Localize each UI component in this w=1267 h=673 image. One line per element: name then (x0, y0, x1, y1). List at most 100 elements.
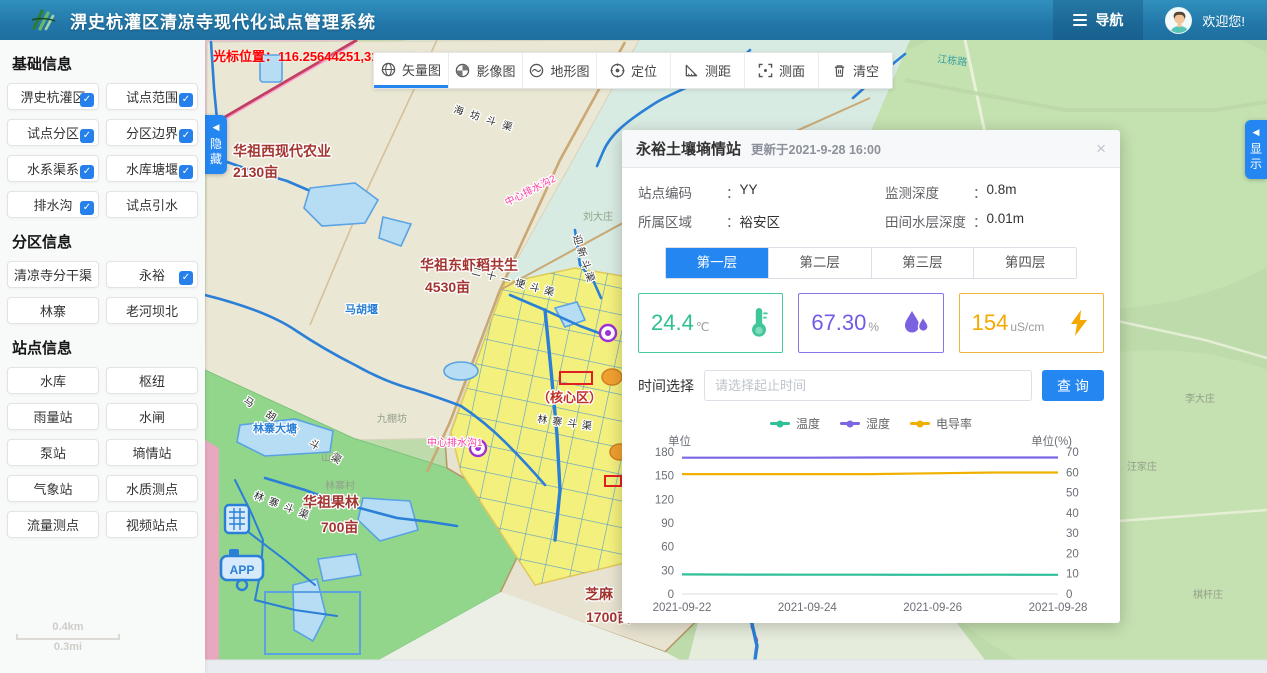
svg-text:10: 10 (1066, 569, 1079, 581)
checkbox-checked-icon[interactable]: ✓ (80, 165, 94, 179)
svg-text:华祖果林: 华祖果林 (303, 494, 359, 510)
trend-chart: 0306090120150180010203040506070单位单位(%)20… (622, 432, 1120, 625)
chart-legend: 温度 湿度 电导率 (622, 415, 1120, 432)
layer-toggle-canal-system[interactable]: 水系渠系✓ (7, 155, 99, 182)
time-range-input[interactable] (704, 370, 1032, 401)
legend-humidity[interactable]: 湿度 (840, 415, 890, 432)
layer-toggle-pishihang[interactable]: 淠史杭灌区✓ (7, 83, 99, 110)
welcome-text: 欢迎您! (1202, 11, 1245, 30)
tab-layer-2[interactable]: 第二层 (768, 248, 871, 278)
svg-text:2021-09-28: 2021-09-28 (1029, 602, 1088, 614)
checkbox-checked-icon[interactable]: ✓ (179, 271, 193, 285)
section-title-zones: 分区信息 (12, 231, 205, 252)
svg-text:汪家庄: 汪家庄 (1127, 460, 1157, 473)
top-header: 淠史杭灌区清凉寺现代化试点管理系统 导航 欢迎您! (0, 0, 1267, 40)
checkbox-checked-icon[interactable]: ✓ (179, 93, 193, 107)
svg-text:50: 50 (1066, 488, 1079, 500)
metric-cards: 24.4 ℃ 67.30 % 154 uS/cm (622, 279, 1120, 353)
svg-text:180: 180 (655, 447, 674, 459)
panel-expand-tab[interactable]: ◀ 显示 (1245, 120, 1267, 179)
svg-text:0: 0 (1066, 589, 1072, 601)
tab-layer-1[interactable]: 第一层 (666, 248, 768, 278)
tab-layer-4[interactable]: 第四层 (973, 248, 1076, 278)
vector-globe-icon (381, 62, 396, 77)
avatar[interactable] (1165, 7, 1192, 34)
tool-measure-distance[interactable]: 测距 (670, 53, 744, 88)
zone-laohebabei[interactable]: 老河坝北 (106, 297, 198, 324)
navigation-label: 导航 (1095, 10, 1123, 30)
popup-header: 永裕土壤墒情站 更新于2021-9-28 16:00 × (622, 130, 1120, 168)
tool-measure-area[interactable]: 测面 (744, 53, 818, 88)
page-title: 淠史杭灌区清凉寺现代化试点管理系统 (70, 8, 376, 33)
station-video[interactable]: 视频站点 (106, 511, 198, 538)
svg-text:60: 60 (661, 542, 674, 554)
navigation-button[interactable]: 导航 (1053, 0, 1143, 40)
legend-line-dot-icon (910, 422, 930, 425)
pump-station-icon[interactable] (225, 505, 249, 533)
svg-text:林寨大塘: 林寨大塘 (253, 421, 297, 435)
station-flow[interactable]: 流量测点 (7, 511, 99, 538)
checkbox-checked-icon[interactable]: ✓ (179, 129, 193, 143)
info-value: 裕安区 (740, 211, 781, 231)
svg-text:2130亩: 2130亩 (233, 164, 278, 180)
tool-clear[interactable]: 清空 (818, 53, 892, 88)
station-weather[interactable]: 气象站 (7, 475, 99, 502)
station-rainfall[interactable]: 雨量站 (7, 403, 99, 430)
layer-toggle-zone-boundary[interactable]: 分区边界✓ (106, 119, 198, 146)
info-label: 监测深度 (885, 182, 973, 202)
query-button[interactable]: 查 询 (1042, 370, 1104, 401)
scale-mi: 0.3mi (16, 641, 120, 653)
layer-toggle-pilot-zones[interactable]: 试点分区✓ (7, 119, 99, 146)
legend-line-dot-icon (770, 422, 790, 425)
tool-terrain-map[interactable]: 地形图 (522, 53, 596, 88)
svg-text:棋杆庄: 棋杆庄 (1193, 588, 1223, 601)
time-filter: 时间选择 查 询 (622, 353, 1120, 401)
svg-text:李大庄: 李大庄 (1185, 392, 1215, 405)
checkbox-checked-icon[interactable]: ✓ (179, 165, 193, 179)
zone-yongyu[interactable]: 永裕✓ (106, 261, 198, 288)
tab-layer-3[interactable]: 第三层 (871, 248, 974, 278)
svg-text:九棚坊: 九棚坊 (377, 412, 407, 425)
depth-layer-tabs: 第一层 第二层 第三层 第四层 (665, 247, 1077, 279)
station-pump[interactable]: 泵站 (7, 439, 99, 466)
checkbox-checked-icon[interactable]: ✓ (80, 201, 94, 215)
layer-toggle-reservoir-ponds[interactable]: 水库塘堰✓ (106, 155, 198, 182)
map-scale-bar: 0.4km 0.3mi (16, 621, 120, 653)
layer-toggle-drainage[interactable]: 排水沟✓ (7, 191, 99, 218)
svg-text:刘大庄: 刘大庄 (583, 210, 613, 223)
section-title-basic: 基础信息 (12, 53, 205, 74)
svg-text:华祖东虾稻共生: 华祖东虾稻共生 (420, 257, 518, 273)
section-title-stations: 站点信息 (12, 337, 205, 358)
svg-text:90: 90 (661, 518, 674, 530)
svg-text:2021-09-24: 2021-09-24 (778, 602, 837, 614)
info-value: 0.01m (986, 211, 1024, 231)
station-sluice[interactable]: 水闸 (106, 403, 198, 430)
station-reservoir[interactable]: 水库 (7, 367, 99, 394)
svg-text:马胡堰: 马胡堰 (345, 302, 378, 316)
tool-vector-map[interactable]: 矢量图 (374, 53, 448, 88)
station-hub[interactable]: 枢纽 (106, 367, 198, 394)
station-water-quality[interactable]: 水质测点 (106, 475, 198, 502)
legend-conductivity[interactable]: 电导率 (910, 415, 972, 432)
svg-text:华祖西现代农业: 华祖西现代农业 (233, 143, 331, 159)
layer-toggle-pilot-extent[interactable]: 试点范围✓ (106, 83, 198, 110)
locate-icon (610, 63, 625, 78)
checkbox-checked-icon[interactable]: ✓ (80, 93, 94, 107)
scale-km: 0.4km (16, 621, 120, 633)
tool-imagery-map[interactable]: 影像图 (448, 53, 522, 88)
legend-temperature[interactable]: 温度 (770, 415, 820, 432)
svg-text:4530亩: 4530亩 (425, 279, 470, 295)
zone-linzhai[interactable]: 林寨 (7, 297, 99, 324)
zone-qingliangsi-canal[interactable]: 清凉寺分干渠 (7, 261, 99, 288)
app-window: 淠史杭灌区清凉寺现代化试点管理系统 导航 欢迎您! (0, 0, 1267, 673)
info-value: YY (740, 182, 758, 202)
tool-locate[interactable]: 定位 (596, 53, 670, 88)
svg-text:2021-09-26: 2021-09-26 (903, 602, 962, 614)
close-icon[interactable]: × (1096, 139, 1106, 159)
sidebar-collapse-tab[interactable]: ◀ 隐藏 (205, 115, 227, 174)
checkbox-checked-icon[interactable]: ✓ (80, 129, 94, 143)
temperature-card: 24.4 ℃ (638, 293, 783, 353)
station-soil-moisture[interactable]: 墒情站 (106, 439, 198, 466)
layer-toggle-water-diversion[interactable]: 试点引水 (106, 191, 198, 218)
info-label: 所属区域 (638, 211, 726, 231)
